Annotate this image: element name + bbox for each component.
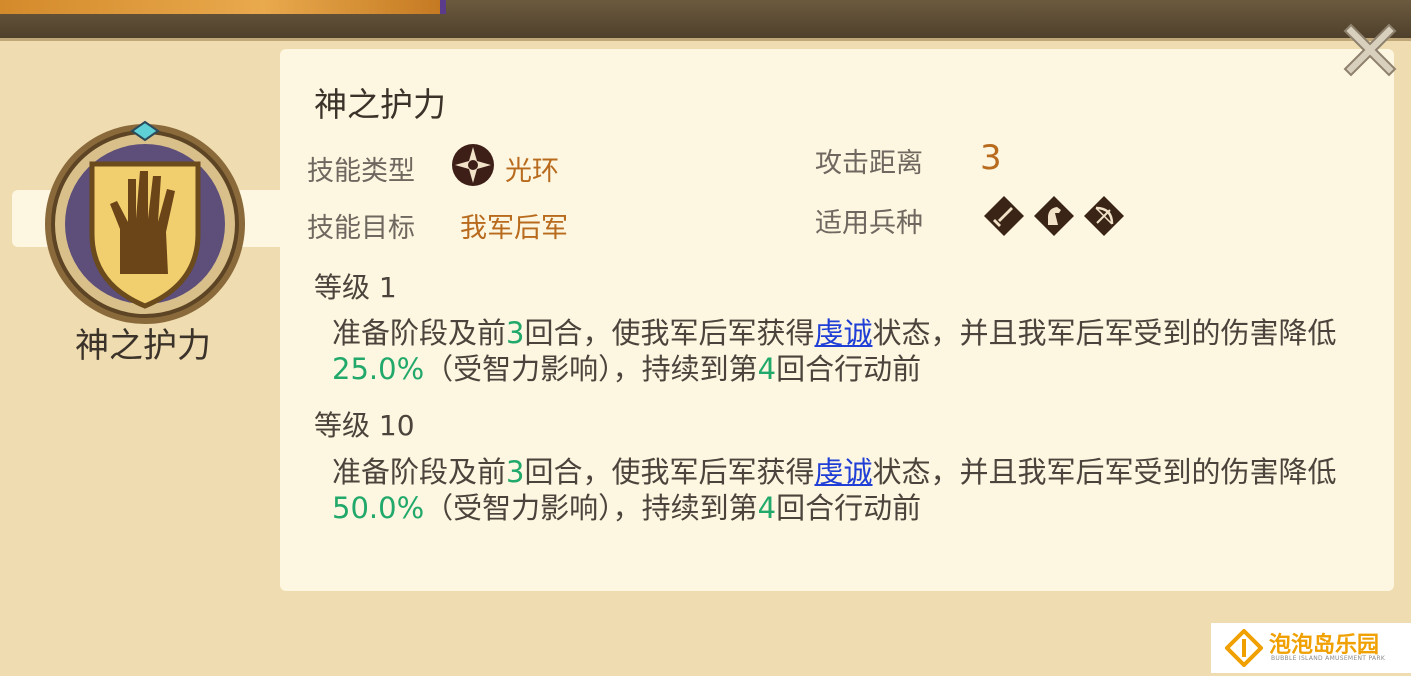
troop-types-label: 适用兵种: [815, 208, 923, 239]
skill-type-value: 光环: [505, 156, 559, 187]
skill-title: 神之护力: [314, 85, 446, 124]
watermark-diamond-icon: [1225, 629, 1263, 667]
horse-icon: [1034, 196, 1074, 236]
watermark-logo: 泡泡岛乐园 BUBBLE ISLAND AMUSEMENT PARK: [1211, 623, 1411, 673]
damage-reduction-value: 50.0%: [332, 491, 425, 525]
damage-reduction-value: 25.0%: [332, 352, 425, 386]
skill-target-label: 技能目标: [307, 213, 415, 244]
until-round-value: 4: [757, 352, 777, 386]
attack-range-label: 攻击距离: [815, 148, 923, 179]
emblem-skill-name: 神之护力: [75, 326, 211, 366]
level-10-description: 准备阶段及前3回合，使我军后军获得虔诚状态，并且我军后军受到的伤害降低50.0%…: [332, 455, 1337, 525]
bow-icon: [1084, 196, 1124, 236]
rounds-value: 3: [506, 455, 525, 489]
skill-target-value: 我军后军: [460, 213, 568, 244]
level-10-label: 等级 10: [314, 409, 415, 442]
aura-icon: [452, 144, 494, 186]
status-link-piety[interactable]: 虔诚: [814, 316, 872, 350]
rounds-value: 3: [506, 316, 525, 350]
status-link-piety[interactable]: 虔诚: [814, 455, 872, 489]
until-round-value: 4: [757, 491, 777, 525]
level-1-label: 等级 1: [314, 271, 397, 304]
sword-icon: [984, 196, 1024, 236]
skill-type-label: 技能类型: [307, 156, 415, 187]
skill-emblem-icon: [45, 120, 245, 324]
attack-range-value: 3: [980, 138, 1002, 178]
watermark-subtitle: BUBBLE ISLAND AMUSEMENT PARK: [1271, 655, 1386, 662]
level-1-description: 准备阶段及前3回合，使我军后军获得虔诚状态，并且我军后军受到的伤害降低25.0%…: [332, 316, 1337, 386]
close-icon[interactable]: [1335, 15, 1405, 85]
background-hero-card: [0, 0, 446, 14]
